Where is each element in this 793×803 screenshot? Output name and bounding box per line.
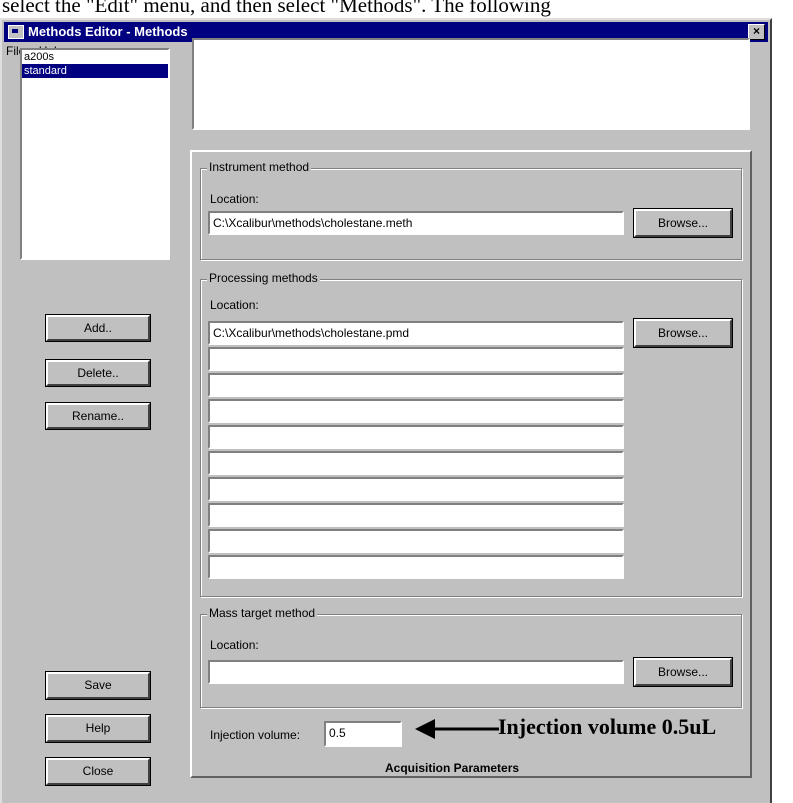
processing-location-field[interactable] <box>208 477 624 501</box>
close-window-button[interactable]: × <box>748 24 765 40</box>
mass-target-location-label: Location: <box>210 638 259 652</box>
processing-location-field[interactable] <box>208 347 624 371</box>
help-button[interactable]: Help <box>45 714 151 743</box>
mass-target-location-field[interactable] <box>208 660 624 684</box>
group-title: Mass target method <box>207 606 318 620</box>
delete-button[interactable]: Delete.. <box>45 359 151 387</box>
processing-location-field[interactable] <box>208 373 624 397</box>
processing-location-field[interactable] <box>208 425 624 449</box>
processing-location-field[interactable] <box>208 399 624 423</box>
window-title: Methods Editor - Methods <box>28 24 188 39</box>
list-item[interactable]: a200s <box>22 50 168 64</box>
processing-location-field[interactable] <box>208 503 624 527</box>
list-item-selected[interactable]: standard <box>22 64 168 78</box>
processing-location-field[interactable] <box>208 555 624 579</box>
annotation-arrow-icon <box>415 719 499 739</box>
processing-location-field[interactable] <box>208 451 624 475</box>
rename-button[interactable]: Rename.. <box>45 402 151 430</box>
save-button[interactable]: Save <box>45 671 151 700</box>
mass-target-browse-button[interactable]: Browse... <box>633 657 733 687</box>
method-description-field[interactable] <box>192 38 750 130</box>
close-button[interactable]: Close <box>45 757 151 786</box>
instrument-browse-button[interactable]: Browse... <box>633 208 733 238</box>
processing-location-field[interactable] <box>208 529 624 553</box>
processing-location-label: Location: <box>210 298 259 312</box>
injection-volume-annotation: Injection volume 0.5uL <box>498 714 717 739</box>
group-title: Instrument method <box>207 160 312 174</box>
injection-volume-label: Injection volume: <box>210 728 301 742</box>
instrument-location-field[interactable]: C:\Xcalibur\methods\cholestane.meth <box>208 211 624 235</box>
processing-location-field[interactable]: C:\Xcalibur\methods\cholestane.pmd <box>208 321 624 345</box>
processing-browse-button[interactable]: Browse... <box>633 318 733 348</box>
add-button[interactable]: Add.. <box>45 314 151 342</box>
app-icon <box>8 25 24 39</box>
instrument-location-label: Location: <box>210 192 259 206</box>
group-title: Processing methods <box>207 271 320 285</box>
methods-list[interactable]: a200s standard <box>20 48 170 260</box>
document-instruction-text: select the "Edit" menu, and then select … <box>2 0 551 17</box>
acquisition-parameters-label: Acquisition Parameters <box>385 761 520 775</box>
injection-volume-field[interactable]: 0.5 <box>324 721 402 747</box>
